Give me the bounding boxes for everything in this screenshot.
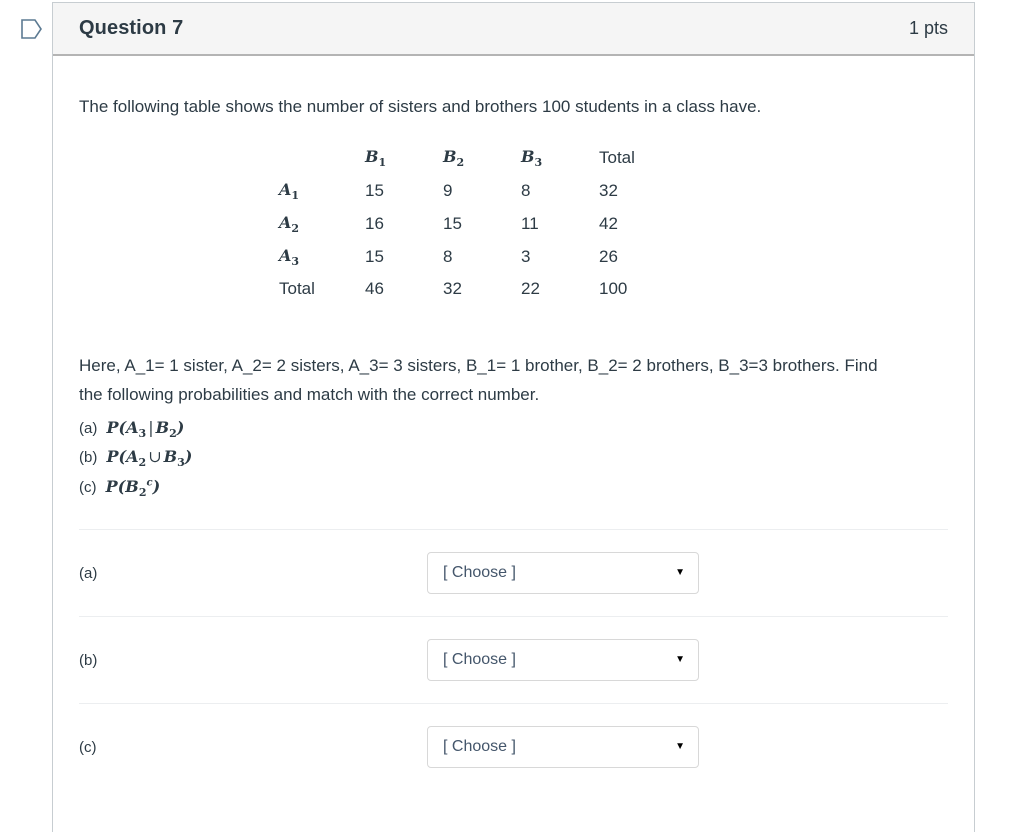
cell-a2-b1: 16 — [365, 213, 384, 233]
answer-label-b: (b) — [79, 651, 98, 669]
table-header-row: B1 B2 B3 Total — [279, 142, 679, 175]
question-body: The following table shows the number of … — [53, 94, 974, 790]
cell-a1-b3: 8 — [521, 180, 531, 200]
column-header-b2: B2 — [443, 146, 465, 169]
flag-icon[interactable] — [18, 16, 44, 42]
probability-item-a: (a) P(A3 | B2) — [79, 418, 948, 440]
cell-a1-b2: 9 — [443, 180, 453, 200]
answer-select-c[interactable]: [ Choose ] ▼ — [427, 726, 699, 769]
cell-total-b2: 32 — [443, 278, 462, 298]
answer-select-a-value: [ Choose ] — [443, 564, 516, 582]
cell-a2-b3: 11 — [521, 213, 539, 233]
probability-marker-a: (a) — [79, 420, 98, 438]
probability-item-b: (b) P(A2 ∪ B3) — [79, 447, 948, 469]
cell-a1-total: 32 — [599, 180, 618, 200]
answer-select-a[interactable]: [ Choose ] ▼ — [427, 552, 699, 595]
probability-expression-a: P(A3 | B2) — [106, 418, 185, 441]
cell-a1-b1: 15 — [365, 180, 384, 200]
column-header-total: Total — [599, 147, 635, 167]
answer-row-c: (c) [ Choose ] ▼ — [79, 703, 948, 790]
answer-rows: (a) [ Choose ] ▼ (b) [ Choose ] ▼ (c) [… — [79, 529, 948, 790]
answer-select-b[interactable]: [ Choose ] ▼ — [427, 639, 699, 682]
row-header-a2: A2 — [279, 212, 300, 235]
probability-item-c: (c) P(B2c) — [79, 477, 948, 499]
probability-list: (a) P(A3 | B2) (b) P(A2 ∪ B3) (c) P(B2c) — [79, 418, 948, 499]
probability-expression-b: P(A2 ∪ B3) — [106, 447, 193, 470]
row-header-a3: A3 — [279, 245, 300, 268]
table-row: A3 15 8 3 26 — [279, 241, 679, 274]
question-page: Question 7 1 pts The following table sho… — [0, 0, 1024, 832]
explanation-text: Here, A_1= 1 sister, A_2= 2 sisters, A_3… — [79, 355, 878, 405]
contingency-table-wrap: B1 B2 B3 Total A1 15 9 8 32 A2 16 15 11 … — [79, 142, 948, 305]
answer-row-a: (a) [ Choose ] ▼ — [79, 529, 948, 616]
column-header-b3: B3 — [521, 146, 543, 169]
answer-row-b: (b) [ Choose ] ▼ — [79, 616, 948, 703]
column-header-b1: B1 — [365, 146, 387, 169]
answer-select-c-value: [ Choose ] — [443, 738, 516, 756]
probability-marker-b: (b) — [79, 449, 98, 467]
answer-label-a: (a) — [79, 564, 98, 582]
intro-text: The following table shows the number of … — [79, 97, 762, 116]
answer-label-c: (c) — [79, 738, 97, 756]
chevron-down-icon: ▼ — [675, 741, 685, 753]
cell-a3-b3: 3 — [521, 246, 531, 266]
row-header-a1: A1 — [279, 179, 300, 202]
cell-a3-total: 26 — [599, 246, 618, 266]
cell-a3-b2: 8 — [443, 246, 453, 266]
chevron-down-icon: ▼ — [675, 567, 685, 579]
cell-grand-total: 100 — [599, 278, 628, 298]
question-container: Question 7 1 pts The following table sho… — [52, 2, 975, 832]
cell-a2-b2: 15 — [443, 213, 462, 233]
table-row: A1 15 9 8 32 — [279, 175, 679, 208]
cell-total-b3: 22 — [521, 278, 540, 298]
answer-select-b-value: [ Choose ] — [443, 651, 516, 669]
contingency-table: B1 B2 B3 Total A1 15 9 8 32 A2 16 15 11 … — [279, 142, 679, 305]
row-header-total: Total — [279, 278, 315, 298]
chevron-down-icon: ▼ — [675, 654, 685, 666]
cell-a2-total: 42 — [599, 213, 618, 233]
question-header: Question 7 1 pts — [53, 3, 974, 56]
cell-a3-b1: 15 — [365, 246, 384, 266]
table-row: Total 46 32 22 100 — [279, 274, 679, 305]
page-title: Question 7 — [79, 17, 184, 39]
probability-marker-c: (c) — [79, 478, 97, 496]
cell-total-b1: 46 — [365, 278, 384, 298]
corner-cell — [279, 142, 365, 175]
probability-expression-c: P(B2c) — [105, 476, 161, 499]
table-row: A2 16 15 11 42 — [279, 208, 679, 241]
points-badge: 1 pts — [908, 18, 948, 38]
